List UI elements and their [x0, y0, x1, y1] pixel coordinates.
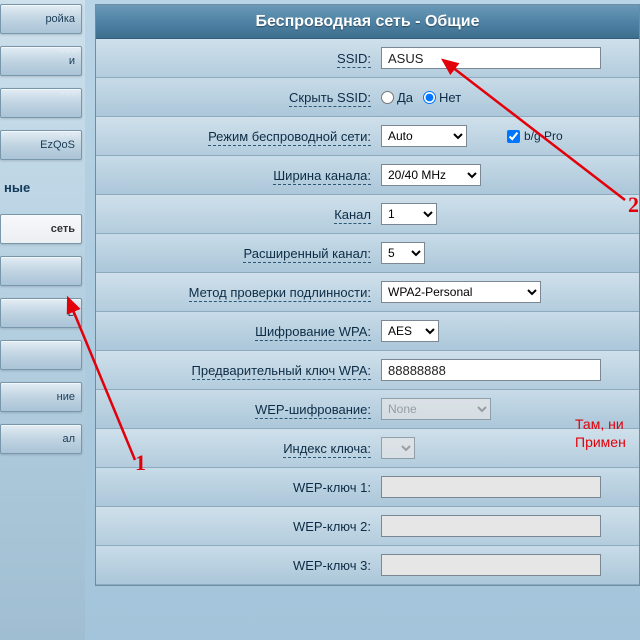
sidebar-item-label: EzQoS — [40, 139, 75, 151]
label-keyindex: Индекс ключа: — [283, 441, 371, 458]
label-hide-ssid: Скрыть SSID: — [289, 90, 371, 107]
row-psk: Предварительный ключ WPA: — [96, 351, 639, 390]
settings-panel: Беспроводная сеть - Общие SSID: Скрыть S… — [95, 4, 640, 586]
row-wep3: WEP-ключ 3: — [96, 546, 639, 585]
rating-icon: ★★★ — [58, 88, 77, 97]
rating-icon: ★★★ — [58, 4, 77, 13]
label-extch: Расширенный канал: — [243, 246, 371, 263]
hide-ssid-yes[interactable]: Да — [381, 90, 413, 105]
auth-select[interactable]: WPA2-Personal — [381, 281, 541, 303]
row-hide-ssid: Скрыть SSID: Да Нет — [96, 78, 639, 117]
sidebar-item-label: сеть — [51, 223, 75, 235]
marker-1: 1 — [135, 450, 146, 476]
row-channel: Канал 1 — [96, 195, 639, 234]
label-ssid: SSID: — [337, 51, 371, 68]
key-index-select — [381, 437, 415, 459]
sidebar-sub-1[interactable]: B — [0, 298, 82, 328]
psk-input[interactable] — [381, 359, 601, 381]
sidebar-item-label: B — [68, 307, 75, 319]
panel-title: Беспроводная сеть - Общие — [96, 5, 639, 39]
label-wpaenc: Шифрование WPA: — [255, 324, 371, 341]
row-ssid: SSID: — [96, 39, 639, 78]
label-mode: Режим беспроводной сети: — [208, 129, 371, 146]
wep1-input — [381, 476, 601, 498]
sidebar-sub-0[interactable] — [0, 256, 82, 286]
chwidth-select[interactable]: 20/40 MHz — [381, 164, 481, 186]
sidebar-item-label: ал — [62, 433, 75, 445]
row-channel-width: Ширина канала: 20/40 MHz — [96, 156, 639, 195]
sidebar-item-1[interactable]: ★★★ и — [0, 46, 82, 76]
sidebar: ★★★ ройка ★★★ и ★★★ ★★★ EzQoS ные сеть B — [0, 0, 85, 640]
marker-2: 2 — [628, 192, 639, 218]
mode-select[interactable]: Auto — [381, 125, 467, 147]
sidebar-item-2[interactable]: ★★★ — [0, 88, 82, 118]
row-auth: Метод проверки подлинности: WPA2-Persona… — [96, 273, 639, 312]
sidebar-sub-4[interactable]: ал — [0, 424, 82, 454]
sidebar-sub-3[interactable]: ние — [0, 382, 82, 412]
label-auth: Метод проверки подлинности: — [189, 285, 371, 302]
rating-icon: ★★★ — [58, 46, 77, 55]
row-wep1: WEP-ключ 1: — [96, 468, 639, 507]
wep-enc-select: None — [381, 398, 491, 420]
hide-ssid-no[interactable]: Нет — [423, 90, 461, 105]
wep3-input — [381, 554, 601, 576]
row-wep-enc: WEP-шифрование: None — [96, 390, 639, 429]
settings-rows: SSID: Скрыть SSID: Да Нет — [96, 39, 639, 585]
label-chwidth: Ширина канала: — [273, 168, 371, 185]
sidebar-item-label: ройка — [45, 13, 75, 25]
rating-icon: ★★★ — [58, 130, 77, 139]
label-wepenc: WEP-шифрование: — [255, 402, 371, 419]
sidebar-item-wireless[interactable]: сеть — [0, 214, 82, 244]
sidebar-section-label: ные — [0, 172, 82, 202]
label-psk: Предварительный ключ WPA: — [192, 363, 371, 380]
annotation-note: Там, ни Примен — [575, 415, 626, 451]
sidebar-item-label: и — [69, 55, 75, 67]
row-wep2: WEP-ключ 2: — [96, 507, 639, 546]
channel-select[interactable]: 1 — [381, 203, 437, 225]
wep2-input — [381, 515, 601, 537]
row-key-index: Индекс ключа: — [96, 429, 639, 468]
hide-ssid-yes-radio[interactable] — [381, 91, 394, 104]
label-wep2: WEP-ключ 2: — [293, 519, 371, 535]
hide-ssid-no-radio[interactable] — [423, 91, 436, 104]
bg-protection-checkbox[interactable] — [507, 130, 520, 143]
label-channel: Канал — [334, 207, 371, 224]
row-wpa-enc: Шифрование WPA: AES — [96, 312, 639, 351]
row-wireless-mode: Режим беспроводной сети: Auto b/g Pro — [96, 117, 639, 156]
sidebar-item-0[interactable]: ★★★ ройка — [0, 4, 82, 34]
main-content: Беспроводная сеть - Общие SSID: Скрыть S… — [85, 0, 640, 640]
wpa-enc-select[interactable]: AES — [381, 320, 439, 342]
bg-protection[interactable]: b/g Pro — [507, 129, 563, 143]
sidebar-sub-2[interactable] — [0, 340, 82, 370]
sidebar-item-label: ние — [57, 391, 75, 403]
ssid-input[interactable] — [381, 47, 601, 69]
label-wep1: WEP-ключ 1: — [293, 480, 371, 496]
row-ext-channel: Расширенный канал: 5 — [96, 234, 639, 273]
label-wep3: WEP-ключ 3: — [293, 558, 371, 574]
sidebar-item-3[interactable]: ★★★ EzQoS — [0, 130, 82, 160]
extch-select[interactable]: 5 — [381, 242, 425, 264]
